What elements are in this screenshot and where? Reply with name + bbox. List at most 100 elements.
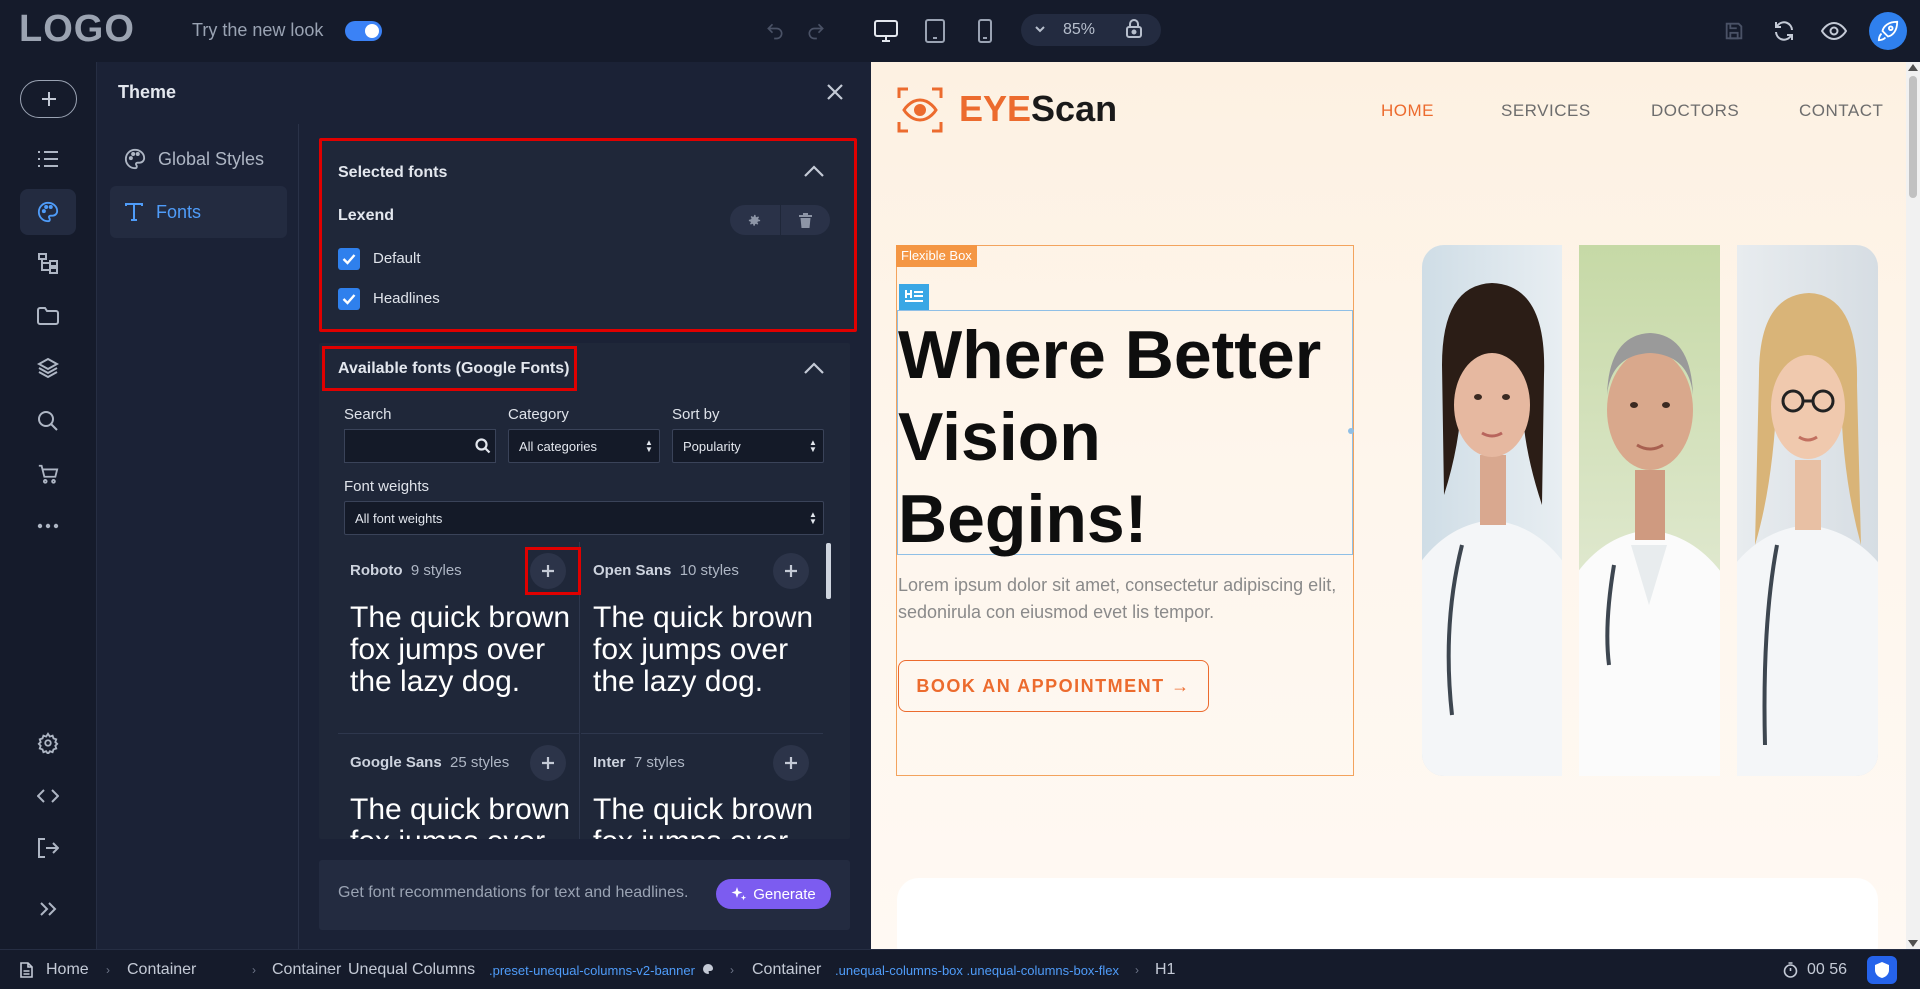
gear-icon [749,214,761,226]
expand-chevrons-icon[interactable] [20,886,76,932]
code-icon[interactable] [20,773,76,819]
sort-select[interactable]: Popularity ▲ ▼ [672,429,824,463]
breadcrumb-unequal-columns[interactable]: Unequal Columns [348,961,475,979]
font-card-inter: Inter 7 styles The quick brown fox jumps… [581,734,823,839]
redo-icon[interactable] [801,16,831,46]
breadcrumb-container-2[interactable]: Container [272,961,341,979]
heading-widget-icon[interactable] [899,284,929,310]
font-weights-select[interactable]: All font weights ▲ ▼ [344,501,824,535]
doctor-image-man [1579,245,1720,776]
publish-rocket-button[interactable] [1869,12,1907,50]
font-name: Inter [593,754,626,771]
exit-icon[interactable] [20,825,76,871]
search-input-icon [475,438,491,454]
category-value: All categories [519,438,598,454]
palette-icon [124,148,146,170]
site-nav-contact[interactable]: CONTACT [1799,101,1883,121]
save-icon[interactable] [1719,16,1749,46]
default-checkbox-label: Default [373,250,421,267]
font-list-scrollbar[interactable] [826,543,831,599]
collapse-selected-chevron-up-icon[interactable] [803,164,825,178]
font-delete-button[interactable] [781,205,831,235]
breadcrumb-container-1[interactable]: Container [127,961,196,979]
site-nav-home[interactable]: HOME [1381,101,1434,121]
font-name: Google Sans [350,754,442,771]
folder-icon[interactable] [20,293,76,339]
category-select[interactable]: All categories ▲ ▼ [508,429,660,463]
hero-heading[interactable]: Where Better Vision Begins! [898,314,1353,560]
try-new-look-toggle[interactable] [345,21,382,41]
try-new-look-label: Try the new look [192,20,324,40]
font-styles-count: 7 styles [633,754,685,771]
sort-value: Popularity [683,438,741,454]
site-nav-services[interactable]: SERVICES [1501,101,1591,121]
font-card-header: Google Sans 25 styles [350,754,509,771]
sparkle-icon [731,887,747,901]
layers-icon[interactable] [20,345,76,391]
breadcrumb-home[interactable]: Home [46,961,89,979]
close-icon [827,84,843,100]
generate-label: Generate [753,885,816,903]
close-panel-button[interactable] [823,80,847,104]
plus-icon [785,565,797,577]
font-settings-button[interactable] [730,205,781,235]
theme-subnav [98,124,299,949]
navigator-list-icon[interactable] [20,136,76,182]
plus-icon [41,92,56,106]
breadcrumb-h1[interactable]: H1 [1155,961,1175,979]
undo-icon[interactable] [760,16,790,46]
cart-icon[interactable] [20,451,76,497]
mobile-view-icon[interactable] [970,16,1000,46]
plus-icon [542,757,554,769]
shield-status-button[interactable] [1867,956,1897,984]
theme-palette-icon[interactable] [20,189,76,235]
book-appointment-button[interactable]: BOOK AN APPOINTMENT → [898,660,1209,712]
tablet-view-icon[interactable] [920,16,950,46]
scroll-down-arrow-icon[interactable] [1908,940,1918,947]
font-card-open-sans: Open Sans 10 styles The quick brown fox … [581,542,823,734]
font-search-input[interactable] [344,429,496,463]
desktop-view-icon[interactable] [871,16,901,46]
category-label: Category [508,406,569,423]
select-arrows-icon: ▲ ▼ [809,510,817,526]
zoom-chevron-down-icon[interactable] [1033,22,1047,36]
selected-fonts-title: Selected fonts [338,164,448,181]
canvas-scrollbar-thumb[interactable] [1909,76,1917,198]
font-sample-text: The quick brown fox jumps over the lazy … [350,793,571,840]
default-checkbox[interactable] [338,248,360,270]
font-styles-count: 10 styles [679,562,739,579]
refresh-icon[interactable] [1769,16,1799,46]
nav-item-fonts[interactable]: Fonts [110,186,287,238]
lock-icon[interactable] [1125,19,1143,39]
preview-eye-icon[interactable] [1819,16,1849,46]
search-icon[interactable] [20,398,76,444]
search-label: Search [344,406,392,423]
font-sample-text: The quick brown fox jumps over the lazy … [593,601,814,698]
selected-font-name: Lexend [338,207,395,224]
nav-item-label: Fonts [156,201,202,222]
add-font-button[interactable] [530,745,566,781]
headlines-checkbox[interactable] [338,288,360,310]
select-arrows-icon: ▲ ▼ [809,438,817,454]
collapse-available-chevron-up-icon[interactable] [803,361,825,375]
site-nav-doctors[interactable]: DOCTORS [1651,101,1739,121]
generate-button[interactable]: Generate [716,879,831,909]
nav-item-global-styles[interactable]: Global Styles [110,133,287,185]
scroll-up-arrow-icon[interactable] [1908,64,1918,71]
font-card-header: Inter 7 styles [593,754,685,771]
add-element-button[interactable] [20,80,77,118]
plus-icon [785,757,797,769]
settings-gear-icon[interactable] [20,720,76,766]
font-weights-value: All font weights [355,510,443,526]
flexible-box-tag: Flexible Box [896,245,977,267]
font-styles-count: 25 styles [450,754,510,771]
more-dots-icon[interactable] [20,503,76,549]
structure-tree-icon[interactable] [20,240,76,286]
breadcrumb-container-3[interactable]: Container [752,961,821,979]
add-roboto-highlight [525,547,581,595]
breadcrumb-chevron-icon: › [1135,963,1139,977]
add-font-button[interactable] [773,745,809,781]
breadcrumb-chevron-icon: › [730,963,734,977]
breadcrumb-chevron-icon: › [252,963,256,977]
add-font-button[interactable] [773,553,809,589]
